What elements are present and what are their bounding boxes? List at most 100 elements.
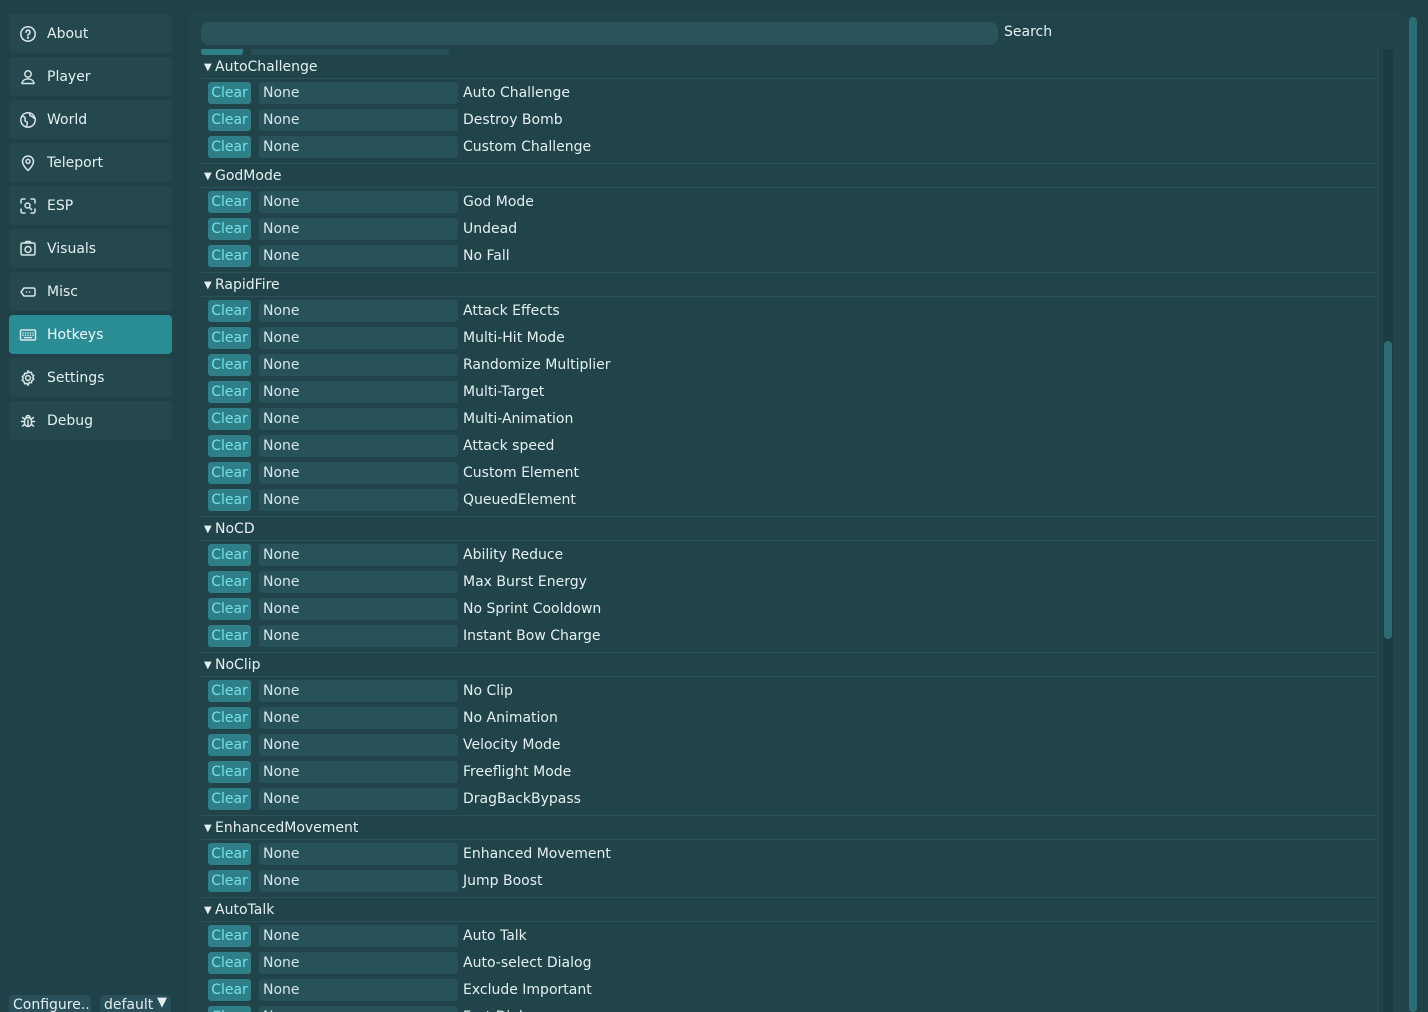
misc-icon — [19, 283, 37, 301]
sidebar-item-about[interactable]: About — [9, 14, 172, 53]
clear-button[interactable]: Clear — [208, 245, 251, 267]
clear-button[interactable]: Clear — [208, 843, 251, 865]
clear-button[interactable]: Clear — [208, 925, 251, 947]
sidebar-item-label: Settings — [47, 369, 105, 386]
clear-button[interactable]: Clear — [208, 979, 251, 1001]
bug-icon — [19, 412, 37, 430]
hotkey-binding-field[interactable]: None — [259, 680, 458, 702]
configure-button[interactable]: Configure... — [9, 995, 91, 1012]
hotkey-binding-field[interactable]: None — [259, 734, 458, 756]
collapse-arrow-icon: ▼ — [204, 279, 212, 291]
hotkey-binding-field[interactable]: None — [259, 761, 458, 783]
clear-button[interactable]: Clear — [208, 680, 251, 702]
hotkey-row: Clear None Exclude Important — [201, 977, 1377, 1004]
hotkey-binding-field[interactable]: None — [259, 327, 458, 349]
hotkey-list[interactable]: ▼ AutoChallenge Clear None Auto Challenge Cle… — [201, 49, 1378, 1012]
clear-button[interactable]: Clear — [208, 489, 251, 511]
clear-button[interactable]: Clear — [208, 625, 251, 647]
sidebar-item-world[interactable]: World — [9, 100, 172, 139]
hotkey-binding-field[interactable]: None — [259, 435, 458, 457]
search-input[interactable] — [201, 22, 998, 45]
hotkey-label: DragBackBypass — [463, 791, 581, 807]
hotkey-binding-field[interactable]: None — [259, 843, 458, 865]
clear-button[interactable]: Clear — [208, 952, 251, 974]
clear-button[interactable]: Clear — [208, 761, 251, 783]
hotkey-binding-field[interactable]: None — [259, 489, 458, 511]
hotkey-label: God Mode — [463, 194, 534, 210]
group-header-rapidfire[interactable]: ▼ RapidFire — [201, 274, 1377, 296]
sidebar-item-label: Player — [47, 68, 91, 85]
clear-button[interactable]: Clear — [208, 218, 251, 240]
hotkey-binding-field[interactable]: None — [259, 82, 458, 104]
group-title: NoClip — [215, 657, 261, 673]
clear-button[interactable]: Clear — [208, 191, 251, 213]
hotkey-label: Custom Challenge — [463, 139, 592, 155]
clear-button[interactable]: Clear — [208, 571, 251, 593]
hotkey-row: Clear None Ability Reduce — [201, 542, 1377, 569]
sidebar-item-settings[interactable]: Settings — [9, 358, 172, 397]
hotkey-binding-field[interactable]: None — [259, 462, 458, 484]
hotkey-binding-field[interactable]: None — [259, 925, 458, 947]
sidebar-item-misc[interactable]: Misc — [9, 272, 172, 311]
clear-button[interactable]: Clear — [208, 300, 251, 322]
clear-button[interactable]: Clear — [208, 82, 251, 104]
sidebar-item-player[interactable]: Player — [9, 57, 172, 96]
hotkey-binding-field[interactable]: None — [259, 598, 458, 620]
hotkey-binding-field[interactable]: None — [259, 245, 458, 267]
window-scrollbar[interactable] — [1409, 17, 1417, 1012]
hotkey-binding-field[interactable]: None — [259, 300, 458, 322]
clear-button[interactable]: Clear — [208, 870, 251, 892]
hotkey-binding-field[interactable]: None — [259, 354, 458, 376]
hotkey-binding-field[interactable]: None — [259, 625, 458, 647]
clear-button[interactable]: Clear — [208, 109, 251, 131]
hotkey-label: Custom Element — [463, 465, 580, 481]
clear-button[interactable]: Clear — [208, 408, 251, 430]
hotkey-binding-field[interactable]: None — [259, 952, 458, 974]
group-header-autotalk[interactable]: ▼ AutoTalk — [201, 899, 1377, 921]
hotkey-row: Clear None DragBackBypass — [201, 786, 1377, 813]
sidebar-item-hotkeys[interactable]: Hotkeys — [9, 315, 172, 354]
clear-button[interactable]: Clear — [208, 354, 251, 376]
list-scrollbar-thumb[interactable] — [1384, 341, 1392, 639]
hotkey-binding-field[interactable]: None — [259, 707, 458, 729]
clear-button[interactable]: Clear — [208, 435, 251, 457]
clear-button[interactable]: Clear — [208, 707, 251, 729]
hotkey-binding-field[interactable]: None — [259, 109, 458, 131]
clear-button[interactable]: Clear — [208, 598, 251, 620]
clear-button[interactable]: Clear — [208, 327, 251, 349]
hotkey-row: Clear None Attack speed — [201, 433, 1377, 460]
hotkey-binding-field[interactable]: None — [259, 136, 458, 158]
sidebar-item-visuals[interactable]: Visuals — [9, 229, 172, 268]
sidebar-item-label: About — [47, 25, 89, 42]
clear-button[interactable]: Clear — [208, 1006, 251, 1012]
hotkey-binding-field[interactable]: None — [259, 381, 458, 403]
hotkey-binding-field[interactable]: None — [259, 1006, 458, 1012]
clear-button[interactable]: Clear — [208, 462, 251, 484]
hotkey-row: Clear None Auto-select Dialog — [201, 950, 1377, 977]
clear-button[interactable]: Clear — [208, 788, 251, 810]
group-header-enhancedmovement[interactable]: ▼ EnhancedMovement — [201, 817, 1377, 839]
group-header-nocd[interactable]: ▼ NoCD — [201, 518, 1377, 540]
group-header-godmode[interactable]: ▼ GodMode — [201, 165, 1377, 187]
hotkey-binding-field[interactable]: None — [259, 544, 458, 566]
clear-button[interactable]: Clear — [208, 544, 251, 566]
group-header-noclip[interactable]: ▼ NoClip — [201, 654, 1377, 676]
hotkey-binding-field[interactable]: None — [259, 788, 458, 810]
clear-button[interactable]: Clear — [208, 136, 251, 158]
profile-select[interactable]: default ▼ — [100, 995, 171, 1012]
hotkey-binding-field[interactable]: None — [259, 979, 458, 1001]
hotkey-row: Clear None No Sprint Cooldown — [201, 596, 1377, 623]
hotkey-row: Clear None No Animation — [201, 705, 1377, 732]
hotkey-binding-field[interactable]: None — [259, 218, 458, 240]
clear-button[interactable]: Clear — [208, 381, 251, 403]
sidebar-item-teleport[interactable]: Teleport — [9, 143, 172, 182]
hotkey-binding-field[interactable]: None — [259, 191, 458, 213]
hotkey-binding-field[interactable]: None — [259, 571, 458, 593]
clear-button[interactable]: Clear — [208, 734, 251, 756]
sidebar-item-esp[interactable]: ESP — [9, 186, 172, 225]
hotkey-binding-field[interactable]: None — [259, 870, 458, 892]
group-header-autochallenge[interactable]: ▼ AutoChallenge — [201, 56, 1377, 78]
hotkey-label: QueuedElement — [463, 492, 576, 508]
hotkey-binding-field[interactable]: None — [259, 408, 458, 430]
sidebar-item-debug[interactable]: Debug — [9, 401, 172, 440]
